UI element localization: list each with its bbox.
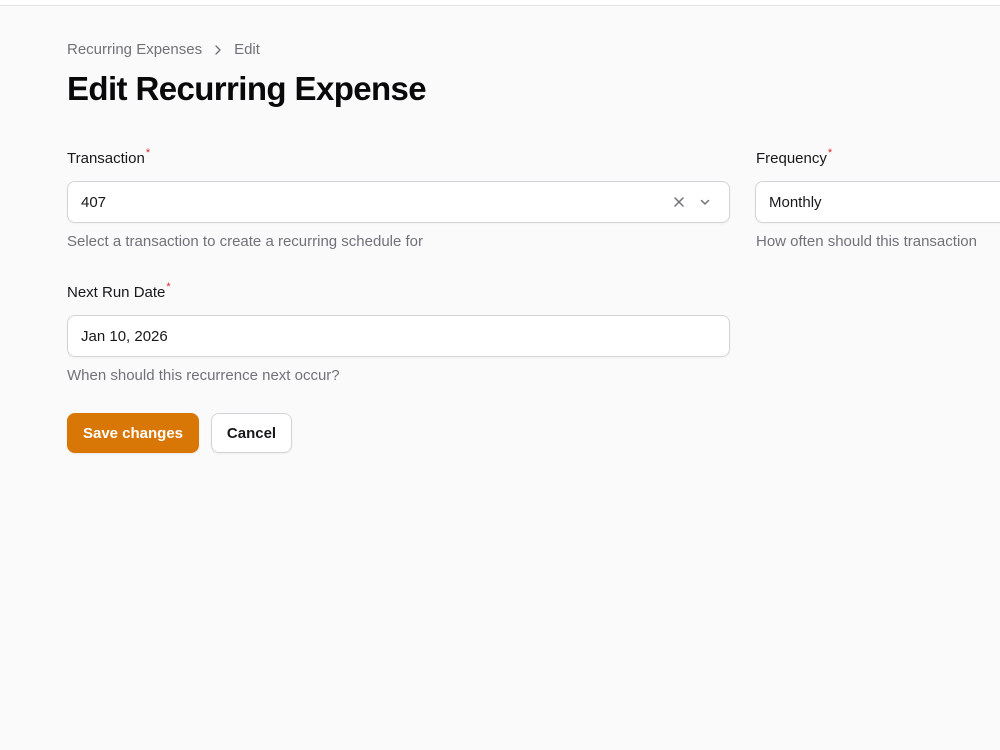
chevron-right-icon	[212, 44, 224, 56]
breadcrumb: Recurring Expenses Edit	[67, 41, 260, 58]
frequency-hint: How often should this transaction	[756, 233, 977, 250]
next-run-date-label-text: Next Run Date	[67, 284, 166, 301]
transaction-hint: Select a transaction to create a recurri…	[67, 233, 424, 250]
next-run-date-value: Jan 10, 2026	[81, 327, 168, 345]
page-title: Edit Recurring Expense	[67, 70, 427, 107]
breadcrumb-link-recurring-expenses[interactable]: Recurring Expenses	[67, 41, 202, 58]
next-run-date-label: Next Run Date*	[67, 281, 171, 301]
frequency-label-text: Frequency	[756, 150, 827, 167]
close-icon[interactable]	[668, 191, 690, 213]
save-changes-button[interactable]: Save changes	[67, 413, 199, 453]
frequency-select[interactable]: Monthly	[755, 181, 1000, 223]
breadcrumb-current: Edit	[234, 41, 260, 58]
required-mark: *	[145, 147, 151, 159]
top-bar	[0, 0, 1000, 6]
cancel-button[interactable]: Cancel	[211, 413, 292, 453]
frequency-select-value: Monthly	[769, 193, 822, 211]
transaction-label-text: Transaction	[67, 150, 145, 167]
transaction-select[interactable]: 407	[67, 181, 730, 223]
required-mark: *	[166, 281, 171, 293]
transaction-select-value: 407	[81, 193, 107, 211]
frequency-label: Frequency*	[756, 147, 833, 167]
transaction-label: Transaction*	[67, 147, 151, 167]
next-run-date-input[interactable]: Jan 10, 2026	[67, 315, 730, 357]
next-run-date-hint: When should this recurrence next occur?	[67, 367, 340, 384]
chevron-down-icon[interactable]	[694, 191, 716, 213]
required-mark: *	[827, 147, 833, 159]
